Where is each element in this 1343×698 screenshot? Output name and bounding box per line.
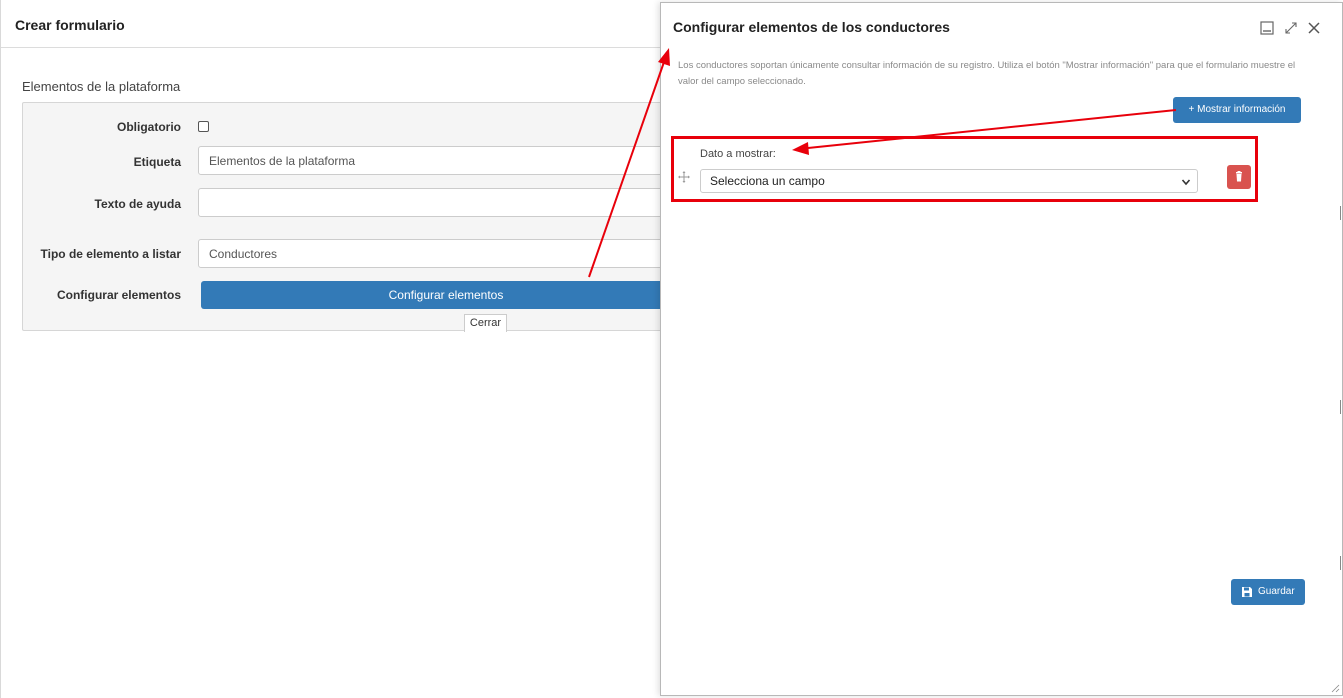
dialog-description: Los conductores soportan únicamente cons… (678, 60, 1296, 87)
configure-conductors-dialog: Configurar elementos de los conductores … (660, 2, 1343, 696)
section-title: Elementos de la plataforma (22, 79, 181, 94)
field-row: Dato a mostrar: Selecciona un campo (671, 136, 1258, 202)
dialog-title: Configurar elementos de los conductores (673, 19, 950, 35)
save-button[interactable]: Guardar (1231, 579, 1305, 605)
show-info-label: Mostrar información (1197, 104, 1286, 115)
resize-grip-icon[interactable] (1330, 683, 1340, 693)
edge-mark (1340, 400, 1341, 414)
expand-icon[interactable] (1283, 20, 1299, 36)
save-label: Guardar (1258, 586, 1295, 597)
save-icon (1242, 587, 1252, 597)
configure-elements-label: Configurar elementos (56, 288, 181, 302)
plus-icon: + (1188, 104, 1198, 115)
field-select[interactable]: Selecciona un campo (700, 169, 1198, 193)
element-form: Obligatorio Etiqueta Elementos de la pla… (22, 102, 691, 332)
minimize-icon[interactable] (1259, 20, 1275, 36)
create-form-dialog: Crear formulario Elementos de la platafo… (0, 0, 691, 698)
trash-icon (1236, 171, 1242, 182)
required-checkbox[interactable] (198, 121, 209, 132)
label-label: Etiqueta (133, 155, 181, 169)
dialog-header: Crear formulario (1, 0, 662, 48)
label-input[interactable]: Elementos de la plataforma (198, 146, 688, 175)
close-button[interactable]: Cerrar (464, 314, 507, 332)
configure-elements-button[interactable]: Configurar elementos (201, 281, 691, 309)
required-label: Obligatorio (117, 120, 181, 134)
field-select-value: Selecciona un campo (710, 174, 825, 188)
delete-field-button[interactable] (1227, 165, 1251, 189)
screen: Crear formulario Elementos de la platafo… (0, 0, 1343, 698)
close-icon[interactable] (1306, 20, 1322, 36)
edge-mark (1340, 206, 1341, 220)
element-type-label: Tipo de elemento a listar (40, 247, 181, 261)
chevron-down-icon (1181, 179, 1191, 186)
field-label: Dato a mostrar: (700, 148, 776, 160)
show-info-button[interactable]: + Mostrar información (1173, 97, 1301, 123)
help-text-input[interactable] (198, 188, 688, 217)
help-text-label: Texto de ayuda (94, 197, 181, 211)
dialog-title: Crear formulario (15, 17, 125, 33)
move-icon[interactable] (678, 171, 690, 183)
element-type-select[interactable]: Conductores (198, 239, 688, 268)
edge-mark (1340, 556, 1341, 570)
